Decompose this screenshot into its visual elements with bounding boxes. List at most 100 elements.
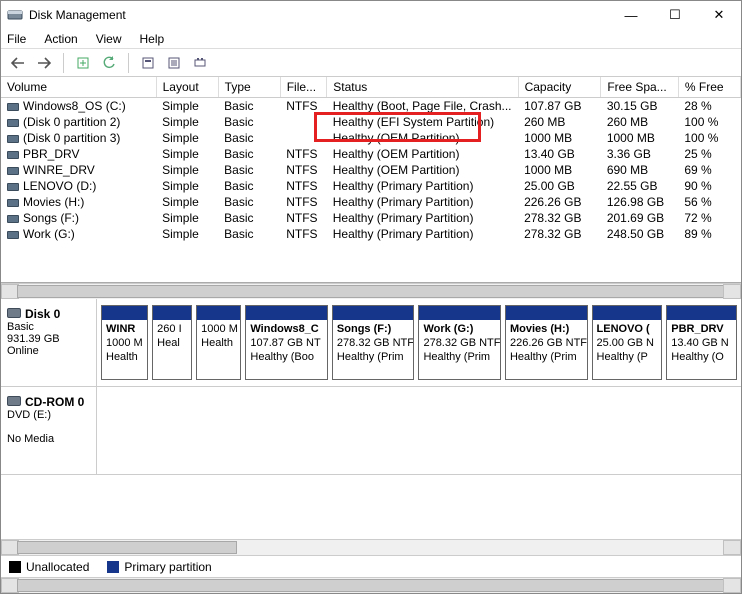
window-scrollbar[interactable] [1, 577, 741, 593]
table-row[interactable]: Windows8_OS (C:)SimpleBasicNTFSHealthy (… [1, 98, 741, 115]
partition-block[interactable]: Windows8_C107.87 GB NTHealthy (Boo [245, 305, 328, 380]
col-free[interactable]: Free Spa... [601, 77, 679, 98]
col-status[interactable]: Status [327, 77, 518, 98]
close-button[interactable]: ✕ [697, 1, 741, 29]
cell-fs [280, 130, 327, 146]
menu-action[interactable]: Action [44, 32, 77, 46]
partition-status: Healthy (Prim [423, 351, 496, 365]
legend: Unallocated Primary partition [1, 555, 741, 577]
graphical-scrollbar[interactable] [1, 539, 741, 555]
partition-block[interactable]: Songs (F:)278.32 GB NTFHealthy (Prim [332, 305, 415, 380]
toolbar-icon-b[interactable] [163, 52, 185, 74]
cell-fs: NTFS [280, 226, 327, 242]
disk-state: Online [7, 345, 90, 357]
col-fs[interactable]: File... [280, 77, 327, 98]
cell-pct: 72 % [678, 210, 740, 226]
cell-pct: 100 % [678, 130, 740, 146]
partition-block[interactable]: Movies (H:)226.26 GB NTFHealthy (Prim [505, 305, 588, 380]
toolbar-icon-c[interactable] [189, 52, 211, 74]
cell-volume: Songs (F:) [23, 211, 79, 225]
partition-status: Healthy (P [597, 351, 658, 365]
cell-pct: 89 % [678, 226, 740, 242]
minimize-button[interactable]: — [609, 1, 653, 29]
disk-row-cdrom0[interactable]: CD-ROM 0DVD (E:)No Media [1, 387, 741, 475]
col-pct[interactable]: % Free [678, 77, 740, 98]
partition-size: 25.00 GB N [597, 337, 658, 351]
col-layout[interactable]: Layout [156, 77, 218, 98]
cell-capacity: 1000 MB [518, 162, 601, 178]
disk-row-disk0[interactable]: Disk 0Basic931.39 GBOnlineWINR1000 MHeal… [1, 299, 741, 387]
table-row[interactable]: WINRE_DRVSimpleBasicNTFSHealthy (OEM Par… [1, 162, 741, 178]
cell-free: 260 MB [601, 114, 679, 130]
menu-file[interactable]: File [7, 32, 26, 46]
nav-back-button[interactable] [7, 52, 29, 74]
toolbar-refresh-button[interactable] [98, 52, 120, 74]
swatch-unallocated-icon [9, 561, 21, 573]
cell-status: Healthy (Primary Partition) [327, 194, 518, 210]
cell-status: Healthy (Boot, Page File, Crash... [327, 98, 518, 115]
partition-size: 1000 M [201, 323, 236, 337]
table-row[interactable]: Songs (F:)SimpleBasicNTFSHealthy (Primar… [1, 210, 741, 226]
cell-fs: NTFS [280, 178, 327, 194]
table-row[interactable]: PBR_DRVSimpleBasicNTFSHealthy (OEM Parti… [1, 146, 741, 162]
col-capacity[interactable]: Capacity [518, 77, 601, 98]
partition-block[interactable]: 260 IHeal [152, 305, 192, 380]
volume-icon [7, 231, 19, 239]
titlebar: Disk Management — ☐ ✕ [1, 1, 741, 29]
partition-block[interactable]: 1000 MHealth [196, 305, 241, 380]
partition-size: 226.26 GB NTF [510, 337, 583, 351]
toolbar-icon-a[interactable] [137, 52, 159, 74]
graphical-pane: Disk 0Basic931.39 GBOnlineWINR1000 MHeal… [1, 299, 741, 593]
table-row[interactable]: Work (G:)SimpleBasicNTFSHealthy (Primary… [1, 226, 741, 242]
cell-volume: (Disk 0 partition 2) [23, 115, 120, 129]
partition-size: 13.40 GB N [671, 337, 732, 351]
cell-pct: 90 % [678, 178, 740, 194]
cell-layout: Simple [156, 194, 218, 210]
cell-fs: NTFS [280, 194, 327, 210]
partition-name: WINR [106, 323, 143, 337]
cell-capacity: 1000 MB [518, 130, 601, 146]
cell-free: 22.55 GB [601, 178, 679, 194]
partition-status: Health [201, 337, 236, 351]
partition-size: 260 I [157, 323, 187, 337]
volume-scrollbar[interactable] [1, 283, 741, 299]
cell-pct: 69 % [678, 162, 740, 178]
cell-free: 3.36 GB [601, 146, 679, 162]
cdrom-icon [7, 396, 21, 406]
cell-status: Healthy (Primary Partition) [327, 178, 518, 194]
partition-status: Health [106, 351, 143, 365]
maximize-button[interactable]: ☐ [653, 1, 697, 29]
table-header-row[interactable]: Volume Layout Type File... Status Capaci… [1, 77, 741, 98]
table-row[interactable]: (Disk 0 partition 3)SimpleBasicHealthy (… [1, 130, 741, 146]
menu-help[interactable]: Help [140, 32, 165, 46]
partition-block[interactable]: WINR1000 MHealth [101, 305, 148, 380]
menu-view[interactable]: View [96, 32, 122, 46]
disk-icon [7, 308, 21, 318]
partition-block[interactable]: LENOVO (25.00 GB NHealthy (P [592, 305, 663, 380]
disk-name: Disk 0 [25, 307, 60, 321]
table-row[interactable]: (Disk 0 partition 2)SimpleBasicHealthy (… [1, 114, 741, 130]
nav-forward-button[interactable] [33, 52, 55, 74]
volume-table[interactable]: Volume Layout Type File... Status Capaci… [1, 77, 741, 242]
cell-fs: NTFS [280, 210, 327, 226]
col-type[interactable]: Type [218, 77, 280, 98]
cell-fs: NTFS [280, 146, 327, 162]
volume-icon [7, 119, 19, 127]
partition-block[interactable]: PBR_DRV13.40 GB NHealthy (O [666, 305, 737, 380]
table-row[interactable]: LENOVO (D:)SimpleBasicNTFSHealthy (Prima… [1, 178, 741, 194]
cell-free: 201.69 GB [601, 210, 679, 226]
cell-capacity: 226.26 GB [518, 194, 601, 210]
cell-type: Basic [218, 98, 280, 115]
toolbar-action-button[interactable] [72, 52, 94, 74]
cell-status: Healthy (OEM Partition) [327, 130, 518, 146]
partition-block[interactable]: Work (G:)278.32 GB NTFHealthy (Prim [418, 305, 501, 380]
menubar: File Action View Help [1, 29, 741, 49]
cell-free: 126.98 GB [601, 194, 679, 210]
volume-icon [7, 183, 19, 191]
table-row[interactable]: Movies (H:)SimpleBasicNTFSHealthy (Prima… [1, 194, 741, 210]
disk-kind: DVD (E:) [7, 409, 90, 421]
cell-type: Basic [218, 162, 280, 178]
col-volume[interactable]: Volume [1, 77, 156, 98]
cell-layout: Simple [156, 98, 218, 115]
legend-unallocated: Unallocated [9, 560, 89, 574]
